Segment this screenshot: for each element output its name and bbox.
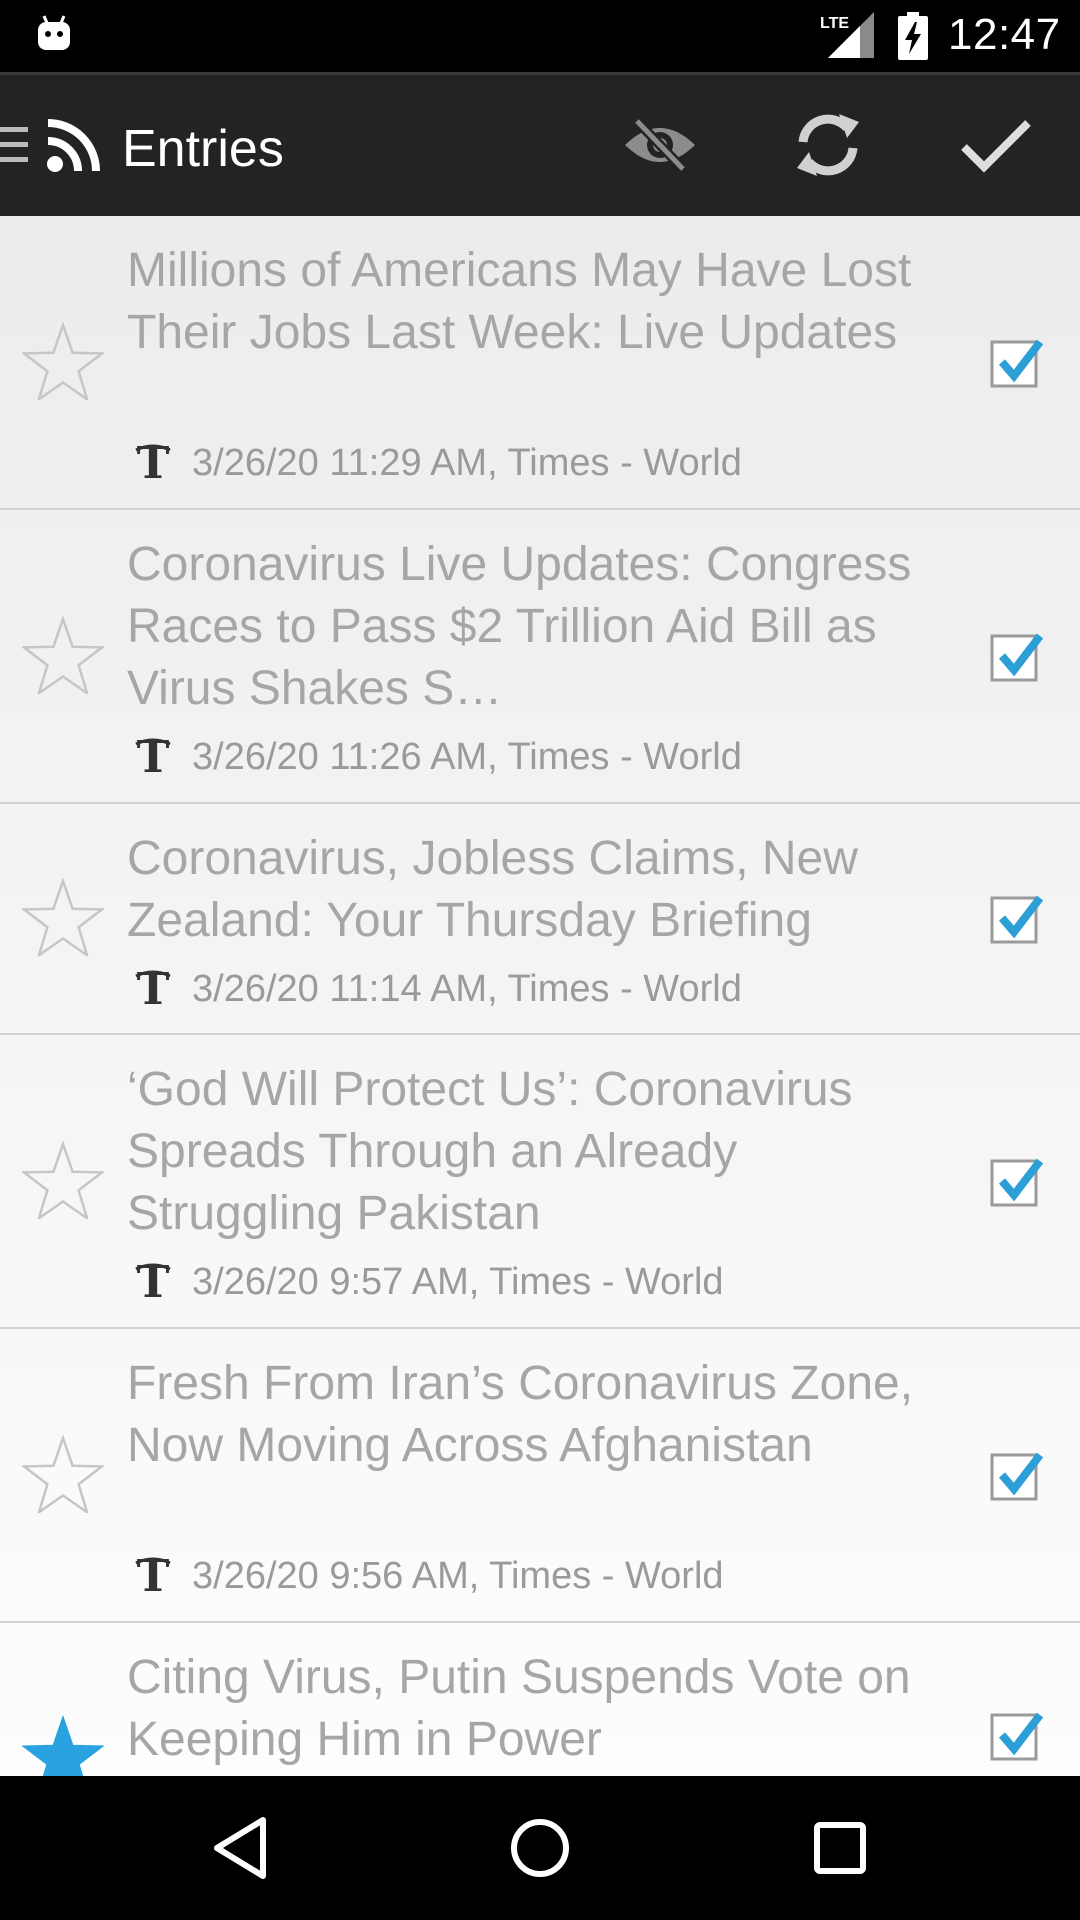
hide-read-button[interactable] [618,105,702,189]
hamburger-menu-icon[interactable] [0,123,30,167]
entry-date-source: 3/26/20 11:26 AM, Times - World [192,735,742,778]
nyt-logo-icon: T [132,732,174,783]
nyt-logo-icon: T [132,1551,174,1602]
entry-row[interactable]: Millions of Americans May Have Lost Thei… [0,216,1080,510]
star-outline-icon[interactable] [20,877,106,959]
nyt-logo-icon: T [132,438,174,489]
mark-all-read-icon [960,117,1032,178]
star-outline-icon[interactable] [20,321,106,403]
android-robot-icon [36,14,72,54]
entry-row[interactable]: ‘God Will Protect Us’: Coronavirus Sprea… [0,1035,1080,1329]
nyt-logo-icon: T [132,964,174,1015]
mark-all-read-button[interactable] [954,105,1038,189]
toolbar-title: Entries [122,120,284,178]
star-outline-icon[interactable] [20,1140,106,1222]
star-filled-icon[interactable] [21,1714,105,1776]
entry-date-source: 3/26/20 11:29 AM, Times - World [192,441,742,484]
entry-title[interactable]: Millions of Americans May Have Lost Thei… [127,240,947,364]
entry-meta: T 3/26/20 11:26 AM, Times - World [132,732,742,783]
system-nav-bar [0,1776,1080,1920]
rss-feed-icon[interactable] [46,119,100,173]
entry-title[interactable]: Fresh From Iran’s Coronavirus Zone, Now … [127,1353,947,1477]
entry-meta: T 3/26/20 9:57 AM, Times - World [132,1257,724,1308]
entry-row[interactable]: Citing Virus, Putin Suspends Vote on Kee… [0,1623,1080,1776]
back-icon[interactable] [196,1806,286,1890]
refresh-icon [793,108,863,187]
entry-title[interactable]: Coronavirus Live Updates: Congress Races… [127,534,947,720]
star-outline-icon[interactable] [20,1434,106,1516]
entry-row[interactable]: Coronavirus Live Updates: Congress Races… [0,510,1080,804]
read-checkbox[interactable] [990,1707,1044,1761]
recents-icon[interactable] [795,1806,885,1890]
entry-row[interactable]: Coronavirus, Jobless Claims, New Zealand… [0,804,1080,1035]
entry-title[interactable]: Citing Virus, Putin Suspends Vote on Kee… [127,1647,947,1771]
status-bar: LTE 12:47 [0,0,1080,72]
svg-text:LTE: LTE [820,15,849,32]
entries-list[interactable]: Millions of Americans May Have Lost Thei… [0,216,1080,1776]
refresh-button[interactable] [786,105,870,189]
star-outline-icon[interactable] [20,615,106,697]
app-toolbar: Entries [0,72,1080,216]
lte-signal-icon: LTE [820,12,874,58]
entry-meta: T 3/26/20 11:14 AM, Times - World [132,964,742,1015]
status-clock: 12:47 [948,10,1061,59]
nyt-logo-icon: T [132,1257,174,1308]
entry-title[interactable]: ‘God Will Protect Us’: Coronavirus Sprea… [127,1059,947,1245]
read-checkbox[interactable] [990,1153,1044,1207]
entry-row[interactable]: Fresh From Iran’s Coronavirus Zone, Now … [0,1329,1080,1623]
battery-charging-icon [898,12,928,60]
entry-date-source: 3/26/20 11:14 AM, Times - World [192,967,742,1010]
read-checkbox[interactable] [990,1447,1044,1501]
read-checkbox[interactable] [990,628,1044,682]
read-checkbox[interactable] [990,890,1044,944]
home-icon[interactable] [495,1806,585,1890]
entry-meta: T 3/26/20 11:29 AM, Times - World [132,438,742,489]
entry-date-source: 3/26/20 9:56 AM, Times - World [192,1554,724,1597]
hide-read-icon [621,115,699,180]
entry-date-source: 3/26/20 9:57 AM, Times - World [192,1260,724,1303]
entry-meta: T 3/26/20 9:56 AM, Times - World [132,1551,724,1602]
entry-title[interactable]: Coronavirus, Jobless Claims, New Zealand… [127,828,947,952]
read-checkbox[interactable] [990,334,1044,388]
